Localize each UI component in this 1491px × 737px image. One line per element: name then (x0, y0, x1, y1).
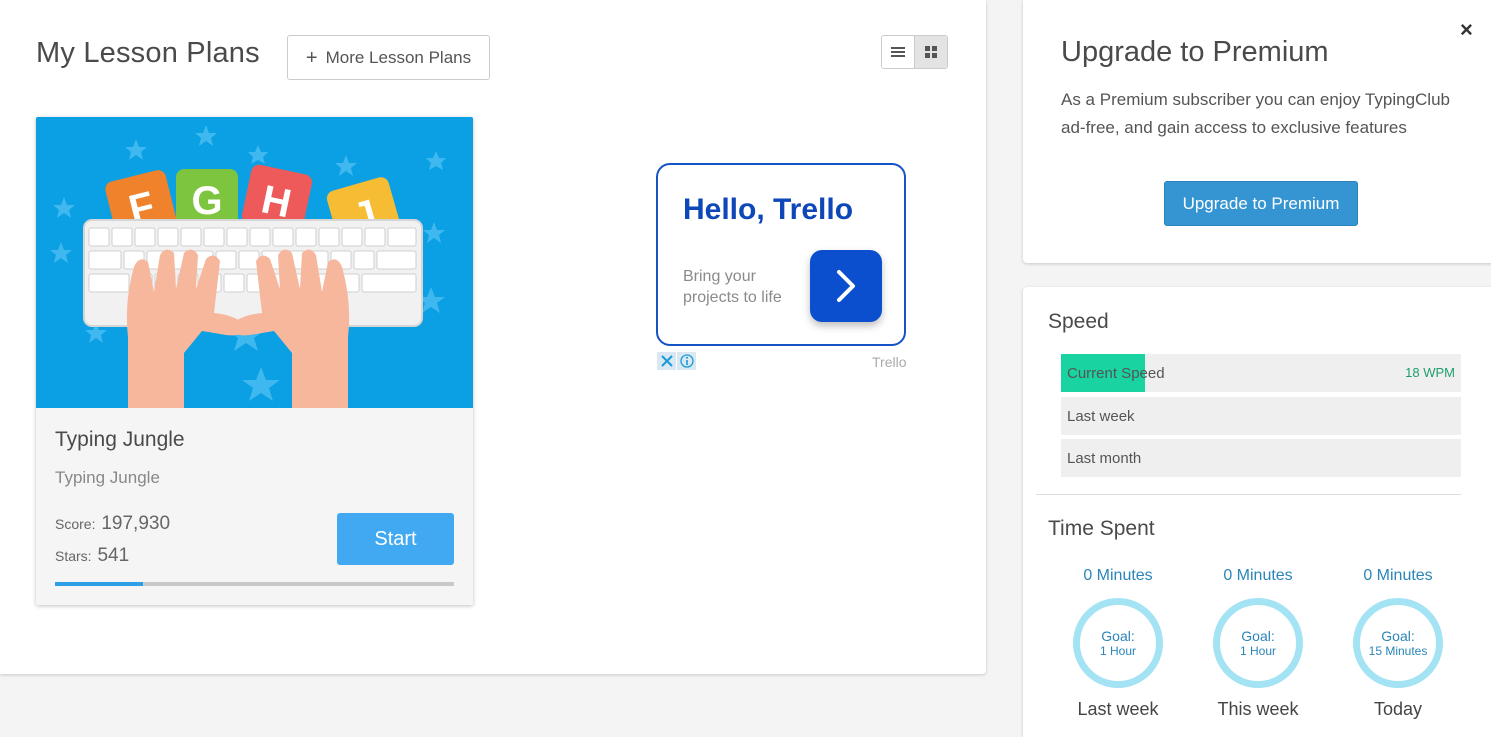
stats-divider (1036, 494, 1461, 495)
lesson-card[interactable]: F G H J Typing Jungle Typing Jungle Scor… (36, 117, 473, 605)
speed-row-label: Current Speed (1067, 365, 1165, 382)
chevron-right-icon (837, 270, 855, 302)
grid-view-button[interactable] (914, 36, 947, 68)
lesson-progress-fill (55, 582, 143, 586)
speed-row-current: Current Speed 18 WPM (1061, 354, 1461, 392)
time-period: Today (1373, 699, 1423, 719)
trello-ad[interactable]: Hello, Trello Bring your projects to lif… (656, 163, 906, 346)
stars-value: 541 (97, 545, 130, 566)
goal-ring: Goal: 1 Hour (1073, 598, 1163, 688)
list-icon (891, 47, 905, 57)
ad-choices (657, 352, 696, 370)
ad-info-icon[interactable] (677, 352, 696, 370)
time-col-last-week: 0 Minutes Goal: 1 Hour Last week (1058, 567, 1178, 720)
speed-row-label: Last month (1067, 450, 1142, 467)
premium-title: Upgrade to Premium (1061, 36, 1329, 68)
lesson-title: Typing Jungle (55, 428, 185, 451)
block-letter-g: G (191, 179, 222, 223)
score-value: 197,930 (101, 513, 171, 534)
grid-icon (925, 46, 937, 58)
time-col-today: 0 Minutes Goal: 15 Minutes Today (1338, 567, 1458, 720)
goal-ring: Goal: 1 Hour (1213, 598, 1303, 688)
plus-icon: + (305, 46, 318, 69)
goal-value: 1 Hour (1099, 644, 1137, 658)
time-period: This week (1217, 699, 1299, 719)
ad-brand: Trello (872, 354, 907, 370)
time-col-this-week: 0 Minutes Goal: 1 Hour This week (1198, 567, 1318, 720)
upgrade-premium-button[interactable]: Upgrade to Premium (1164, 181, 1358, 226)
goal-value: 15 Minutes (1368, 644, 1428, 658)
stats-panel: Speed Current Speed 18 WPM Last week Las… (1023, 287, 1491, 737)
goal-ring: Goal: 15 Minutes (1353, 598, 1443, 688)
premium-description: As a Premium subscriber you can enjoy Ty… (1061, 90, 1450, 137)
view-toggle (881, 35, 948, 69)
time-minutes: 0 Minutes (1083, 567, 1153, 584)
time-minutes: 0 Minutes (1223, 567, 1293, 584)
ad-close-icon[interactable] (657, 352, 676, 370)
typing-illustration: F G H J (50, 125, 446, 408)
lesson-progress-bar (55, 582, 454, 586)
speed-row-last-week: Last week (1061, 397, 1461, 435)
ad-text: Bring your projects to life (683, 268, 782, 306)
speed-row-label: Last week (1067, 408, 1135, 425)
ad-title: Hello, Trello (683, 193, 854, 226)
stars-stat: Stars: 541 (55, 545, 129, 567)
speed-row-value: 18 WPM (1405, 365, 1455, 380)
more-lesson-plans-button[interactable]: + More Lesson Plans (287, 35, 490, 80)
ad-arrow-button[interactable] (810, 250, 882, 322)
goal-label: Goal: (1381, 628, 1415, 644)
more-lesson-plans-label: More Lesson Plans (325, 47, 472, 67)
lesson-subtitle: Typing Jungle (55, 468, 160, 487)
speed-row-last-month: Last month (1061, 439, 1461, 477)
goal-label: Goal: (1101, 628, 1135, 644)
page-title: My Lesson Plans (36, 37, 260, 69)
start-button[interactable]: Start (337, 513, 454, 565)
time-minutes: 0 Minutes (1363, 567, 1433, 584)
goal-value: 1 Hour (1239, 644, 1277, 658)
score-stat: Score: 197,930 (55, 513, 170, 535)
stars-label: Stars: (55, 548, 92, 564)
lesson-card-image: F G H J (36, 117, 473, 408)
time-period: Last week (1077, 699, 1159, 719)
time-spent-title: Time Spent (1048, 517, 1155, 540)
list-view-button[interactable] (882, 36, 914, 68)
premium-panel: × Upgrade to Premium As a Premium subscr… (1023, 0, 1491, 263)
speed-title: Speed (1048, 310, 1109, 333)
score-label: Score: (55, 516, 96, 532)
lesson-plans-panel: My Lesson Plans + More Lesson Plans F G … (0, 0, 986, 674)
goal-label: Goal: (1241, 628, 1275, 644)
close-icon[interactable]: × (1460, 17, 1473, 43)
